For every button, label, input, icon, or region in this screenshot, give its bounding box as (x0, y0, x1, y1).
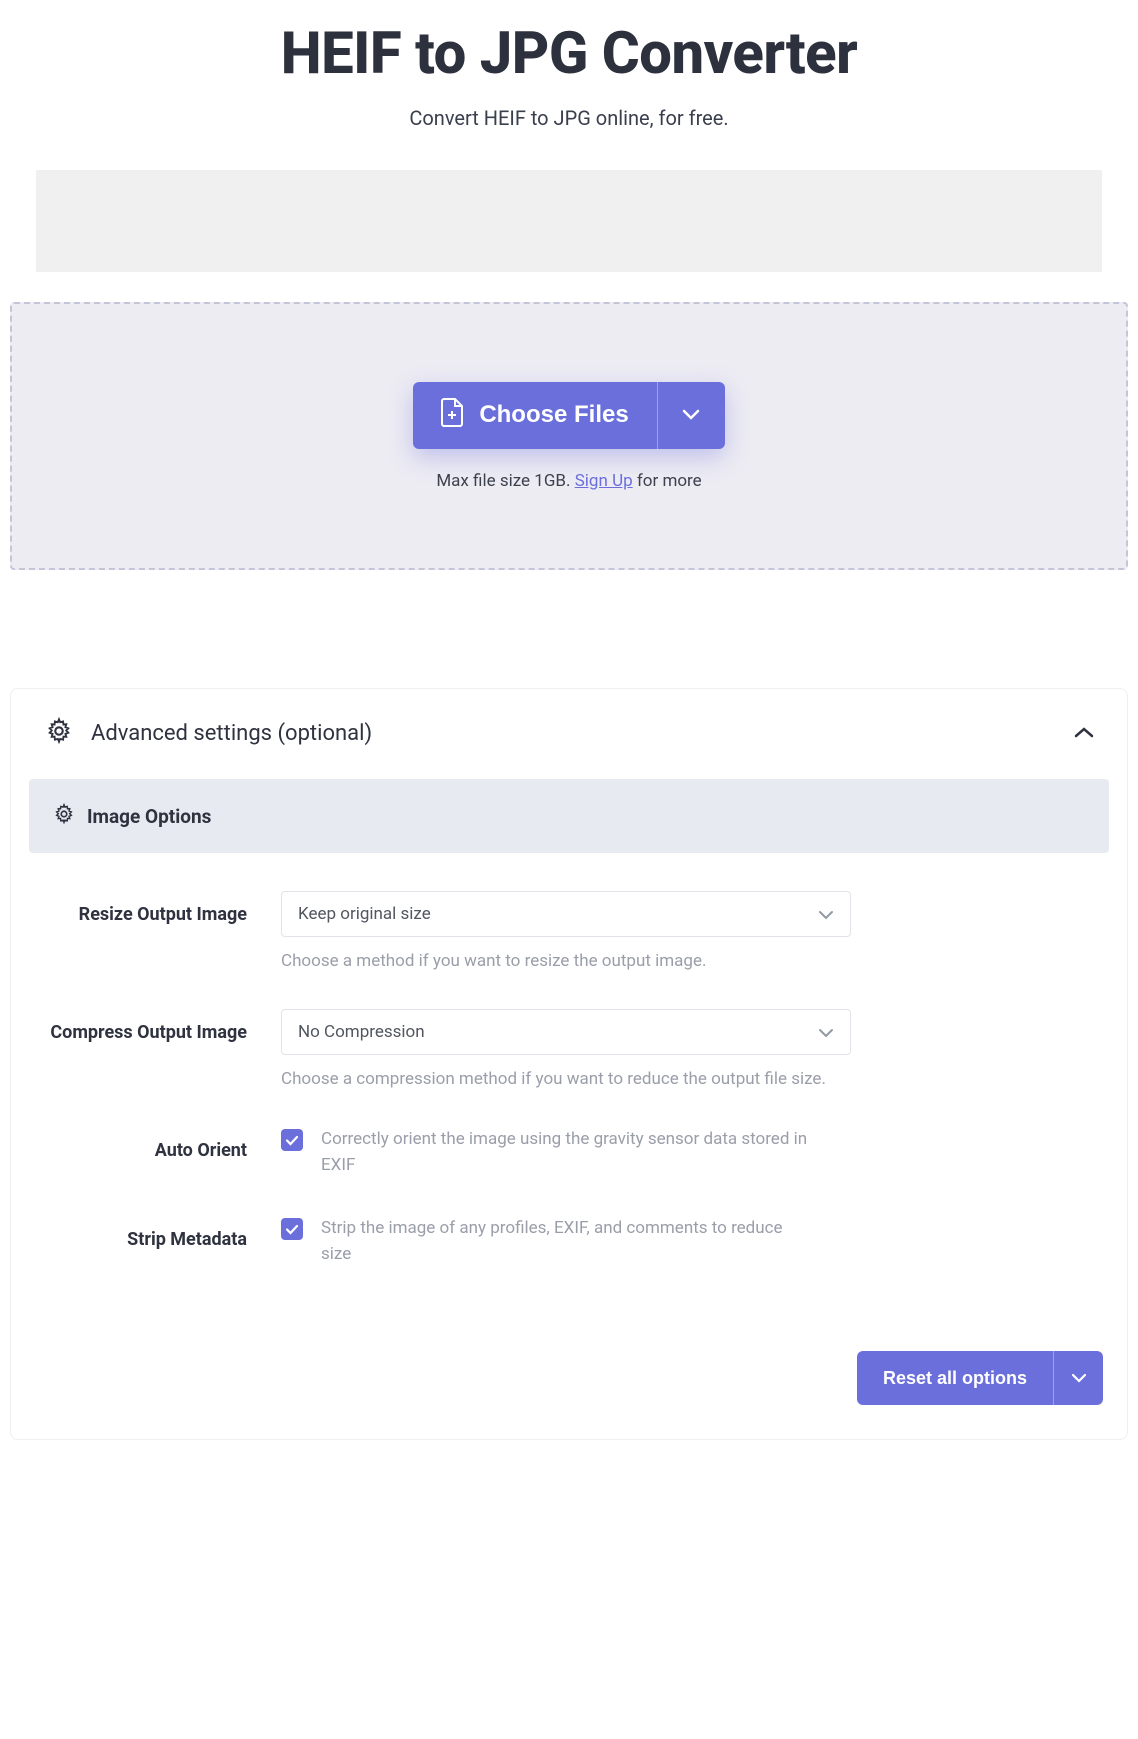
page-subtitle: Convert HEIF to JPG online, for free. (0, 106, 1138, 130)
auto-orient-checkbox[interactable] (281, 1129, 303, 1151)
compress-select[interactable]: No Compression (281, 1009, 851, 1055)
signup-link[interactable]: Sign Up (575, 471, 633, 491)
resize-label: Resize Output Image (47, 891, 247, 971)
file-dropzone[interactable]: Choose Files Max file size 1GB. Sign Up … (10, 302, 1128, 570)
chevron-down-icon (682, 408, 700, 423)
auto-orient-desc: Correctly orient the image using the gra… (321, 1127, 811, 1178)
resize-select-value: Keep original size (298, 904, 431, 924)
reset-dropdown-button[interactable] (1053, 1351, 1103, 1405)
choose-files-button[interactable]: Choose Files (413, 382, 656, 449)
compress-help: Choose a compression method if you want … (281, 1069, 1091, 1089)
reset-all-options-button[interactable]: Reset all options (857, 1351, 1053, 1405)
chevron-up-icon (1073, 724, 1095, 743)
check-icon (285, 1220, 299, 1239)
auto-orient-label: Auto Orient (47, 1127, 247, 1178)
advanced-settings-toggle[interactable]: Advanced settings (optional) (29, 717, 1109, 749)
choose-files-dropdown-button[interactable] (657, 382, 725, 449)
gear-icon (45, 717, 73, 749)
advanced-settings-title: Advanced settings (optional) (91, 721, 372, 746)
strip-metadata-desc: Strip the image of any profiles, EXIF, a… (321, 1216, 811, 1267)
gear-icon (53, 803, 75, 829)
advanced-settings-panel: Advanced settings (optional) Image Optio… (10, 688, 1128, 1440)
resize-select[interactable]: Keep original size (281, 891, 851, 937)
compress-select-value: No Compression (298, 1022, 425, 1042)
strip-metadata-label: Strip Metadata (47, 1216, 247, 1267)
ad-placeholder (36, 170, 1102, 272)
compress-label: Compress Output Image (47, 1009, 247, 1089)
image-options-section-header: Image Options (29, 779, 1109, 853)
file-size-hint: Max file size 1GB. Sign Up for more (436, 471, 701, 491)
image-options-title: Image Options (87, 805, 211, 828)
check-icon (285, 1131, 299, 1150)
resize-help: Choose a method if you want to resize th… (281, 951, 1091, 971)
chevron-down-icon (818, 905, 834, 924)
choose-files-label: Choose Files (479, 401, 628, 429)
page-title: HEIF to JPG Converter (0, 20, 1138, 88)
chevron-down-icon (1071, 1371, 1087, 1386)
strip-metadata-checkbox[interactable] (281, 1218, 303, 1240)
chevron-down-icon (818, 1023, 834, 1042)
file-add-icon (441, 397, 465, 434)
